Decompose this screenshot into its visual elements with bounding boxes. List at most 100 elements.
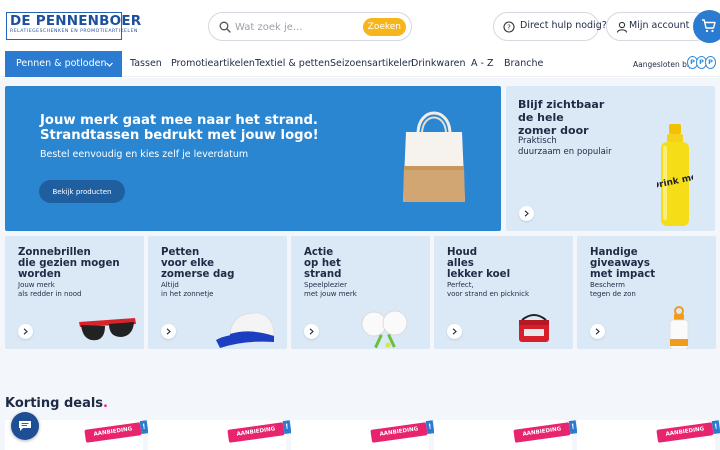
chevron-right-icon [309, 328, 314, 335]
card-sunglasses[interactable]: Zonnebrillen die gezien mogen worden Jou… [5, 236, 144, 349]
chat-bubble-icon [19, 421, 31, 431]
card-caps[interactable]: Petten voor elke zomerse dag Altijd in h… [148, 236, 287, 349]
nav-item-drinkwaren[interactable]: Drinkwaren [411, 58, 466, 69]
card-arrow-button[interactable] [304, 324, 319, 339]
deals-heading: Korting deals. [5, 396, 108, 411]
card-title: Handige giveaways met impact [590, 247, 655, 280]
hero-title-line: Strandtassen bedrukt met jouw logo! [40, 128, 319, 143]
card-title-line: die gezien mogen [18, 258, 120, 269]
chat-help-icon: ? [503, 21, 515, 33]
card-arrow-button[interactable] [18, 324, 33, 339]
card-subtitle-line: in het zonnetje [161, 290, 214, 298]
nav-item-promotieartikelen[interactable]: Promotieartikelen [171, 58, 255, 69]
sale-badge-label: AANBIEDING [665, 426, 705, 438]
chevron-right-icon [23, 328, 28, 335]
nav-item-pennen-potloden[interactable]: Pennen & potloden [5, 51, 122, 77]
nav-item-textiel-petten[interactable]: Textiel & petten [255, 58, 330, 69]
nav-item-tassen[interactable]: Tassen [130, 58, 162, 69]
aangesloten-label: Aangesloten bij [633, 60, 692, 69]
help-button[interactable]: ? Direct hulp nodig? [493, 12, 607, 41]
summer-title: Blijf zichtbaar de hele zomer door [518, 98, 604, 137]
card-title-line: voor elke [161, 258, 215, 269]
sale-badge: AANBIEDING! [513, 420, 578, 443]
chevron-right-icon [452, 328, 457, 335]
view-products-button[interactable]: Bekijk producten [39, 180, 125, 203]
sunglasses-image [79, 318, 136, 341]
summer-arrow-button[interactable] [519, 206, 534, 221]
sunscreen-bottle-image [669, 306, 689, 349]
logo-text: DE PENNENBOER [10, 13, 142, 29]
deal-product-tile[interactable]: AANBIEDING! [291, 420, 435, 450]
sale-badge-label: AANBIEDING [93, 426, 133, 438]
chevron-right-icon [595, 328, 600, 335]
hero-banner[interactable]: Jouw merk gaat mee naar het strand. Stra… [5, 86, 501, 231]
hero-subtitle: Bestel eenvoudig en kies zelf je leverda… [40, 149, 249, 160]
nav-item-label: Pennen & potloden [16, 58, 107, 69]
svg-text:?: ? [507, 24, 511, 32]
card-title-line: strand [304, 269, 342, 280]
nav-item-seizoensartikelen[interactable]: Seizoensartikelen [330, 58, 414, 69]
deals-heading-text: Korting deals [5, 396, 104, 411]
card-sunscreen[interactable]: Handige giveaways met impact Bescherm te… [577, 236, 716, 349]
card-beach-game[interactable]: Actie op het strand Speelplezier met jou… [291, 236, 430, 349]
card-subtitle-line: tegen de zon [590, 290, 636, 298]
help-label: Direct hulp nodig? [520, 20, 607, 31]
card-arrow-button[interactable] [161, 324, 176, 339]
card-title-line: alles [447, 258, 474, 269]
beach-bag-image [403, 111, 465, 202]
card-title-line: worden [18, 269, 61, 280]
cart-icon [702, 19, 716, 33]
card-title-line: met impact [590, 269, 656, 280]
search-icon [219, 21, 231, 33]
chevron-right-icon [524, 210, 529, 217]
card-subtitle-line: Speelplezier [304, 281, 347, 289]
card-title-line: Petten [161, 247, 200, 258]
logo-tagline: RELATIEGESCHENKEN EN PROMOTIEARTIKELEN [10, 29, 138, 34]
search-input[interactable] [235, 19, 365, 35]
water-bottle-image: Drink me [657, 124, 693, 226]
card-subtitle: Jouw merk als redder in nood [18, 281, 82, 299]
cart-button[interactable] [693, 10, 720, 43]
card-subtitle: Altijd in het zonnetje [161, 281, 213, 299]
deals-heading-dot: . [103, 396, 108, 411]
card-subtitle-line: Jouw merk [18, 281, 55, 289]
deal-product-tile[interactable]: AANBIEDING! [434, 420, 578, 450]
sale-badge: AANBIEDING! [370, 420, 435, 443]
summer-title-line: de hele [518, 111, 564, 124]
card-cooler[interactable]: Houd alles lekker koel Perfect, voor str… [434, 236, 573, 349]
logo[interactable]: DE PENNENBOER RELATIEGESCHENKEN EN PROMO… [6, 12, 142, 40]
card-arrow-button[interactable] [447, 324, 462, 339]
summer-subtitle-line: duurzaam en populair [518, 147, 612, 157]
nav-item-a-z[interactable]: A - Z [471, 58, 493, 69]
sale-badge-label: AANBIEDING [522, 426, 562, 438]
sale-badge: AANBIEDING! [227, 420, 292, 443]
chevron-down-icon [106, 62, 113, 67]
deal-product-tile[interactable]: AANBIEDING! [577, 420, 720, 450]
main-nav: Pennen & potloden Tassen Promotieartikel… [0, 51, 720, 77]
card-title: Zonnebrillen die gezien mogen worden [18, 247, 120, 280]
summer-subtitle-line: Praktisch [518, 136, 557, 146]
card-title-line: giveaways [590, 258, 650, 269]
summer-promo-card[interactable]: Blijf zichtbaar de hele zomer door Prakt… [506, 86, 715, 231]
search-button[interactable]: Zoeken [362, 18, 406, 36]
card-subtitle-line: Bescherm [590, 281, 625, 289]
card-subtitle-line: voor strand en picknick [447, 290, 530, 298]
nav-item-branche[interactable]: Branche [504, 58, 543, 69]
deal-product-tile[interactable]: AANBIEDING! [148, 420, 292, 450]
card-arrow-button[interactable] [590, 324, 605, 339]
cooler-bag-image [519, 314, 549, 342]
card-title-line: Houd [447, 247, 478, 258]
membership-dot: P [705, 56, 716, 69]
card-subtitle: Perfect, voor strand en picknick [447, 281, 529, 299]
search-bar: Zoeken [208, 12, 412, 41]
chat-widget-button[interactable] [11, 412, 39, 440]
summer-subtitle: Praktisch duurzaam en populair [518, 136, 612, 158]
user-icon [616, 21, 628, 33]
hero-title-line: Jouw merk gaat mee naar het strand. [40, 113, 318, 128]
card-title-line: zomerse dag [161, 269, 235, 280]
hero-title: Jouw merk gaat mee naar het strand. Stra… [40, 113, 340, 143]
chevron-right-icon [166, 328, 171, 335]
card-title-line: Handige [590, 247, 638, 258]
sale-badge: AANBIEDING! [656, 420, 720, 443]
sale-badge: AANBIEDING! [84, 420, 149, 443]
